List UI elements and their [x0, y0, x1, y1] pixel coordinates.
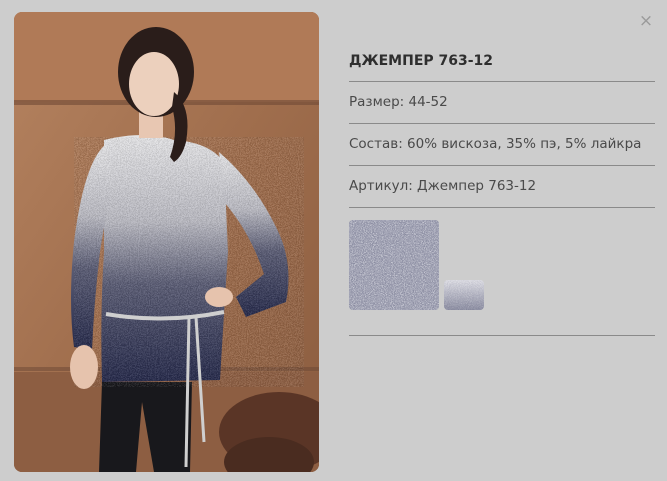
- product-size: Размер: 44-52: [349, 82, 655, 124]
- product-info: ДЖЕМПЕР 763-12 Размер: 44-52 Состав: 60%…: [349, 41, 655, 336]
- fabric-swatch-small[interactable]: [444, 280, 484, 310]
- close-button[interactable]: ×: [636, 11, 656, 31]
- product-composition: Состав: 60% вискоза, 35% пэ, 5% лайкра: [349, 124, 655, 166]
- model-image: [14, 12, 319, 472]
- product-title: ДЖЕМПЕР 763-12: [349, 41, 655, 82]
- close-icon: ×: [638, 11, 654, 31]
- fabric-swatches: [349, 208, 655, 336]
- fabric-swatch-large[interactable]: [349, 220, 439, 310]
- product-photo: [14, 12, 319, 472]
- product-article: Артикул: Джемпер 763-12: [349, 166, 655, 208]
